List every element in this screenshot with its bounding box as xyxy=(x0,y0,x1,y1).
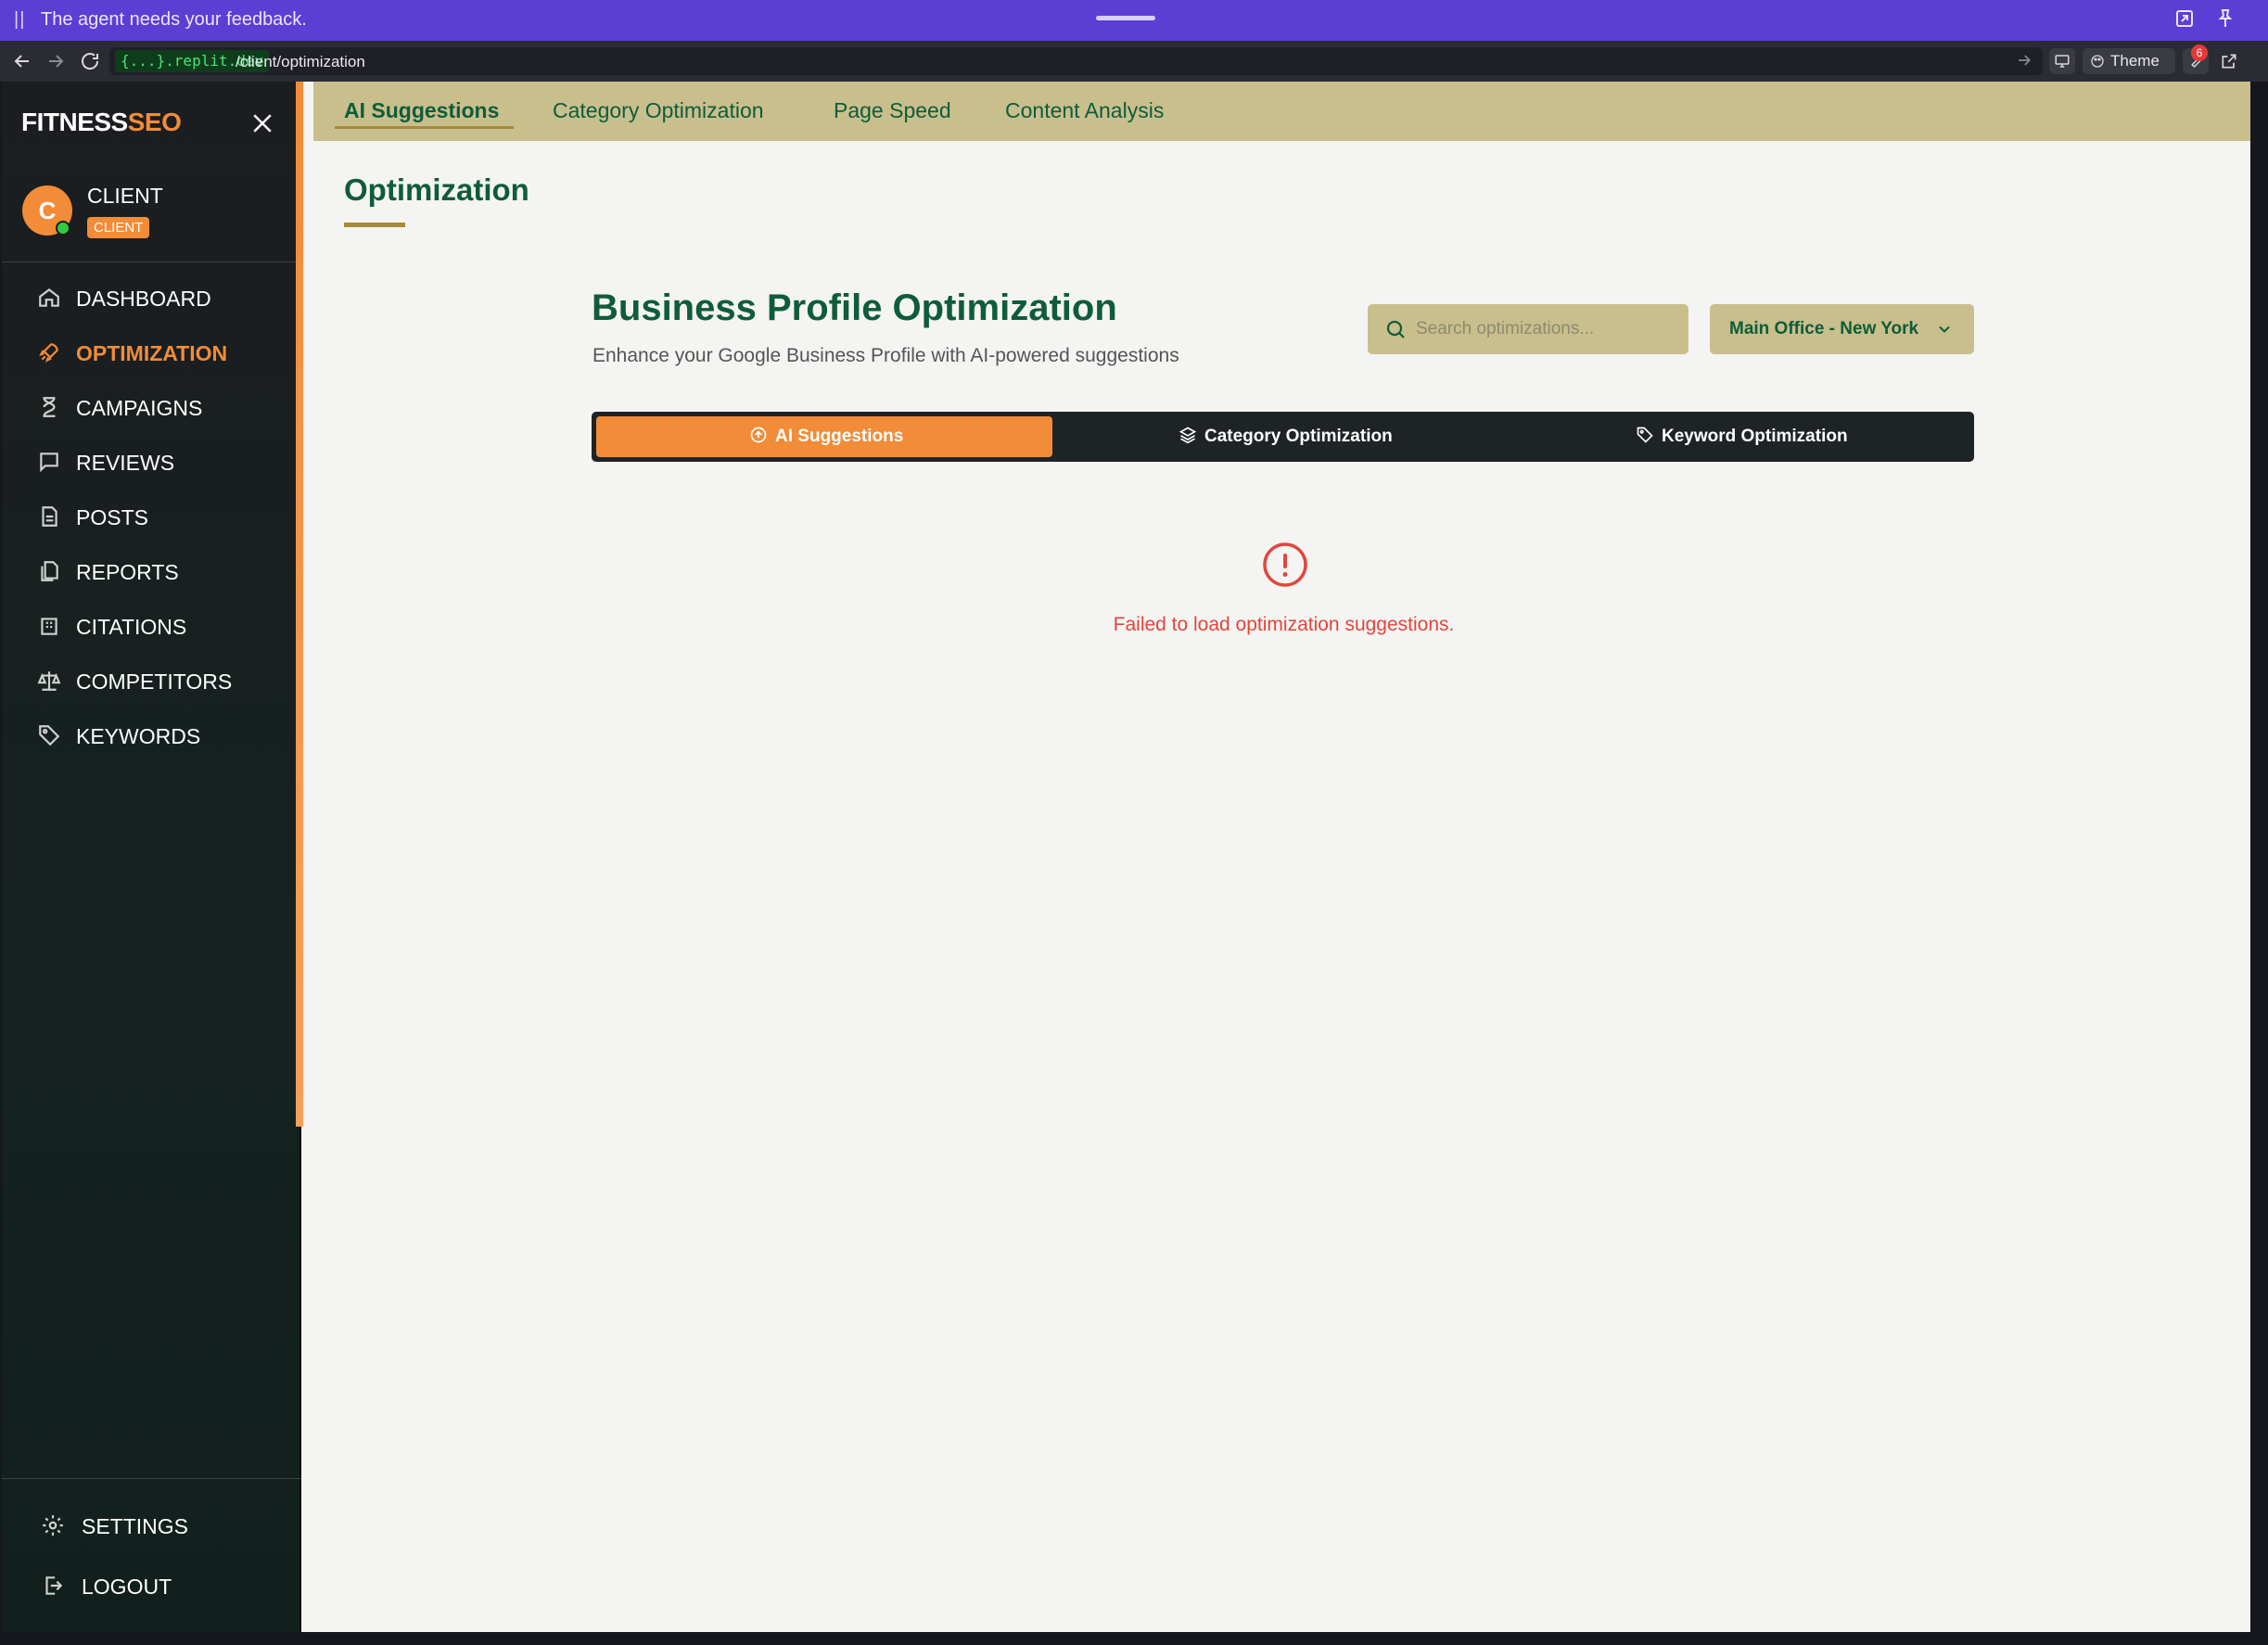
agent-feedback-banner: || The agent needs your feedback. xyxy=(0,0,2268,41)
logout-icon xyxy=(45,1576,63,1595)
segment-label: Keyword Optimization xyxy=(1662,427,1848,446)
error-message-row: Failed to load optimization suggestions. xyxy=(2,614,2250,636)
sidebar-item-campaigns[interactable]: CAMPAIGNS xyxy=(2,384,297,430)
close-sidebar-icon[interactable] xyxy=(248,109,276,137)
sidebar-item-label: SETTINGS xyxy=(82,1514,189,1538)
window-edge xyxy=(2250,82,2268,1632)
sidebar-item-keywords[interactable]: KEYWORDS xyxy=(2,712,297,759)
sidebar-accent-bar xyxy=(296,82,303,1127)
home-icon xyxy=(39,287,59,307)
sidebar-item-label: OPTIMIZATION xyxy=(76,341,228,365)
sidebar-item-posts[interactable]: POSTS xyxy=(2,493,297,540)
back-icon[interactable] xyxy=(11,50,33,72)
tab-category-optimization[interactable]: Category Optimization xyxy=(553,98,764,123)
segment-keyword-optimization[interactable]: Keyword Optimization xyxy=(1514,416,1970,457)
sidebar-item-label: COMPETITORS xyxy=(76,669,233,694)
gear-icon xyxy=(43,1515,63,1536)
sidebar-item-label: REPORTS xyxy=(76,560,179,584)
sidebar-item-label: CAMPAIGNS xyxy=(76,396,203,420)
theme-button[interactable]: Theme xyxy=(2083,48,2175,74)
segment-label: Category Optimization xyxy=(1204,427,1393,446)
sidebar-item-logout[interactable]: LOGOUT xyxy=(2,1562,297,1609)
sidebar-item-label: POSTS xyxy=(76,505,148,529)
files-icon xyxy=(41,561,58,581)
sidebar-item-label: LOGOUT xyxy=(82,1575,172,1599)
chevron-down-icon xyxy=(1939,325,1950,333)
sidebar-item-reports[interactable]: REPORTS xyxy=(2,548,297,594)
sidebar-item-reviews[interactable]: REVIEWS xyxy=(2,439,297,485)
tab-ai-suggestions[interactable]: AI Suggestions xyxy=(344,98,499,123)
page-title-underline xyxy=(344,223,405,227)
layers-icon xyxy=(1179,427,1197,444)
sidebar-item-settings[interactable]: SETTINGS xyxy=(2,1502,297,1549)
rocket-icon xyxy=(39,343,58,363)
open-external-icon[interactable] xyxy=(2220,52,2238,70)
logo-text-primary: FITNESS xyxy=(21,108,128,136)
theme-label: Theme xyxy=(2110,52,2160,70)
sidebar-item-optimization[interactable]: OPTIMIZATION xyxy=(2,329,297,376)
sidebar-bottom-divider xyxy=(2,1478,301,1479)
search-input[interactable] xyxy=(1416,315,1676,343)
segment-category-optimization[interactable]: Category Optimization xyxy=(1055,416,1511,457)
palette-icon xyxy=(2091,55,2104,68)
sidebar-item-competitors[interactable]: COMPETITORS xyxy=(2,657,297,704)
sidebar-divider xyxy=(2,261,297,262)
banner-message: The agent needs your feedback. xyxy=(41,9,307,30)
search-box[interactable] xyxy=(1368,304,1688,354)
error-message: Failed to load optimization suggestions. xyxy=(1113,614,1455,635)
scale-icon xyxy=(37,671,61,691)
drag-handle[interactable] xyxy=(1096,16,1155,20)
monitor-icon xyxy=(2055,55,2070,68)
tab-page-speed[interactable]: Page Speed xyxy=(834,98,951,123)
location-select-value: Main Office - New York xyxy=(1729,319,1919,338)
go-arrow-icon[interactable] xyxy=(2015,51,2033,70)
active-tab-underline xyxy=(335,126,514,129)
message-icon xyxy=(40,453,58,473)
pause-icon[interactable]: || xyxy=(14,9,25,31)
segment-label: AI Suggestions xyxy=(775,427,904,446)
url-path: /client/optimization xyxy=(236,53,365,70)
notification-badge: 6 xyxy=(2191,45,2208,61)
sidebar-item-label: KEYWORDS xyxy=(76,724,201,748)
app-window: FITNESSSEO C CLIENT CLIENT DASHBOARD OPT… xyxy=(2,82,2250,1632)
user-role-badge: CLIENT xyxy=(87,217,150,238)
logo-text-accent: SEO xyxy=(127,108,182,136)
section-title: Business Profile Optimization xyxy=(592,287,1117,328)
segment-ai-suggestions[interactable]: AI Suggestions xyxy=(596,416,1052,457)
section-subtitle: Enhance your Google Business Profile wit… xyxy=(592,345,1179,366)
page-title: Optimization xyxy=(344,172,529,207)
user-name: CLIENT xyxy=(87,184,163,208)
hourglass-icon xyxy=(43,397,56,417)
arrow-up-circle-icon xyxy=(750,427,767,443)
sidebar-item-label: DASHBOARD xyxy=(76,287,211,311)
device-preview-button[interactable] xyxy=(2049,48,2075,74)
app-logo[interactable]: FITNESSSEO xyxy=(21,108,182,137)
sidebar-item-dashboard[interactable]: DASHBOARD xyxy=(2,274,297,321)
tag-icon xyxy=(1637,427,1653,443)
forward-icon[interactable] xyxy=(45,50,67,72)
tab-content-analysis[interactable]: Content Analysis xyxy=(1005,98,1164,123)
pin-icon[interactable] xyxy=(2214,7,2236,30)
reload-icon[interactable] xyxy=(79,50,101,72)
browser-url-bar: {...}.replit.dev /client/optimization Th… xyxy=(0,41,2268,82)
error-alert-icon xyxy=(1263,542,1307,587)
url-field[interactable]: {...}.replit.dev /client/optimization xyxy=(109,47,2043,75)
sidebar-item-label: REVIEWS xyxy=(76,451,175,475)
optimization-segment-control: AI Suggestions Category Optimization Key… xyxy=(592,412,1974,462)
search-icon xyxy=(1386,320,1405,338)
location-select[interactable]: Main Office - New York xyxy=(1710,304,1974,354)
document-icon xyxy=(42,506,57,527)
shrink-icon[interactable] xyxy=(2173,7,2196,30)
tag-icon xyxy=(39,725,60,746)
sidebar: FITNESSSEO C CLIENT CLIENT DASHBOARD OPT… xyxy=(2,82,301,1632)
online-status-dot xyxy=(56,221,70,236)
